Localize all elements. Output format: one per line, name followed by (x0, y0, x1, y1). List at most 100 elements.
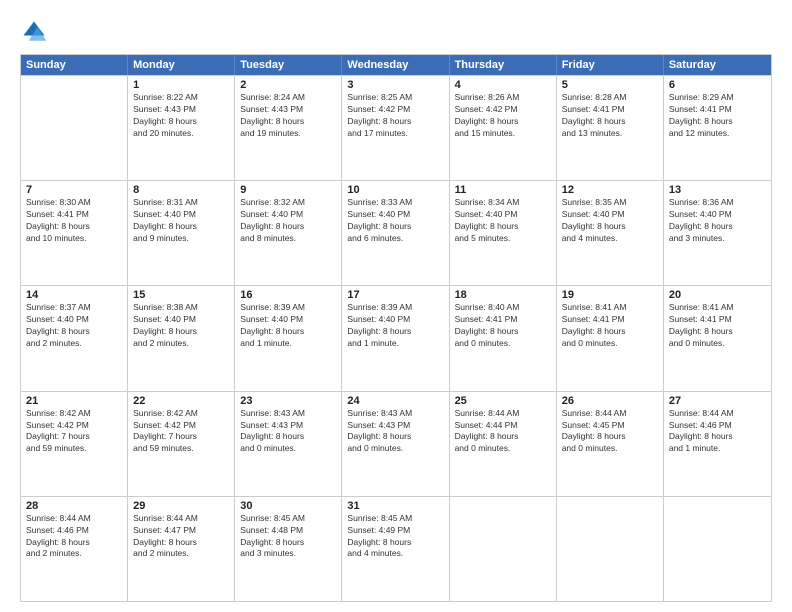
cell-info-line: Daylight: 8 hours (455, 326, 551, 338)
cell-info-line: Sunset: 4:42 PM (347, 104, 443, 116)
cell-info-line: and 12 minutes. (669, 128, 766, 140)
day-cell-20: 20Sunrise: 8:41 AMSunset: 4:41 PMDayligh… (664, 286, 771, 390)
day-cell-8: 8Sunrise: 8:31 AMSunset: 4:40 PMDaylight… (128, 181, 235, 285)
cell-info-line: Sunrise: 8:41 AM (562, 302, 658, 314)
cell-info-line: and 19 minutes. (240, 128, 336, 140)
logo (20, 18, 52, 46)
cell-info-line: Sunset: 4:40 PM (240, 209, 336, 221)
cell-info-line: Sunrise: 8:29 AM (669, 92, 766, 104)
cell-info-line: and 0 minutes. (669, 338, 766, 350)
cell-info-line: and 59 minutes. (133, 443, 229, 455)
cell-info-line: Sunset: 4:40 PM (133, 209, 229, 221)
cell-info-line: Sunset: 4:45 PM (562, 420, 658, 432)
cell-info-line: Daylight: 8 hours (133, 221, 229, 233)
day-cell-10: 10Sunrise: 8:33 AMSunset: 4:40 PMDayligh… (342, 181, 449, 285)
cell-info-line: Sunrise: 8:25 AM (347, 92, 443, 104)
cell-info-line: Daylight: 8 hours (240, 431, 336, 443)
day-cell-15: 15Sunrise: 8:38 AMSunset: 4:40 PMDayligh… (128, 286, 235, 390)
cell-info-line: Sunrise: 8:37 AM (26, 302, 122, 314)
cell-info-line: Sunrise: 8:33 AM (347, 197, 443, 209)
day-cell-11: 11Sunrise: 8:34 AMSunset: 4:40 PMDayligh… (450, 181, 557, 285)
day-number: 8 (133, 184, 229, 196)
day-number: 27 (669, 395, 766, 407)
cell-info-line: Sunrise: 8:43 AM (240, 408, 336, 420)
header-day-saturday: Saturday (664, 55, 771, 75)
empty-cell (450, 497, 557, 601)
cell-info-line: Sunrise: 8:34 AM (455, 197, 551, 209)
calendar-row-2: 14Sunrise: 8:37 AM Sunset: 4:40 PM Dayligh… (21, 285, 771, 390)
empty-cell (557, 497, 664, 601)
cell-info-line: Sunrise: 8:40 AM (455, 302, 551, 314)
cell-info-line: Sunrise: 8:39 AM (347, 302, 443, 314)
cell-info-line: and 13 minutes. (562, 128, 658, 140)
day-number: 3 (347, 79, 443, 91)
cell-info-line: Sunrise: 8:43 AM (347, 408, 443, 420)
cell-info-line: Daylight: 7 hours (26, 431, 122, 443)
day-cell-23: 23Sunrise: 8:43 AMSunset: 4:43 PMDayligh… (235, 392, 342, 496)
day-number: 19 (562, 289, 658, 301)
cell-info-line: Sunset: 4:40 PM (133, 314, 229, 326)
cell-info-line: Daylight: 8 hours (26, 326, 122, 338)
day-cell-17: 17Sunrise: 8:39 AMSunset: 4:40 PMDayligh… (342, 286, 449, 390)
cell-info-line: and 4 minutes. (347, 548, 443, 560)
cell-info-line: and 9 minutes. (133, 233, 229, 245)
cell-info-line: Daylight: 8 hours (133, 116, 229, 128)
day-number: 23 (240, 395, 336, 407)
day-number: 7 (26, 184, 122, 196)
cell-info-line: Sunset: 4:42 PM (455, 104, 551, 116)
cell-info-line: Sunrise: 8:38 AM (133, 302, 229, 314)
cell-info-line: Daylight: 8 hours (240, 221, 336, 233)
cell-info-line: and 3 minutes. (240, 548, 336, 560)
day-number: 11 (455, 184, 551, 196)
cell-info-line: Sunset: 4:43 PM (347, 420, 443, 432)
cell-info-line: Sunrise: 8:36 AM (669, 197, 766, 209)
cell-info-line: and 1 minute. (669, 443, 766, 455)
cell-info-line: Daylight: 8 hours (26, 221, 122, 233)
cell-info-line: Daylight: 8 hours (669, 431, 766, 443)
calendar-row-4: 28Sunrise: 8:44 AMSunset: 4:46 PMDayligh… (21, 496, 771, 601)
day-cell-25: 25Sunrise: 8:44 AMSunset: 4:44 PMDayligh… (450, 392, 557, 496)
cell-info-line: Sunset: 4:41 PM (455, 314, 551, 326)
cell-info-line: Sunrise: 8:35 AM (562, 197, 658, 209)
day-number: 14 (26, 289, 122, 301)
cell-info-line: Sunset: 4:41 PM (669, 314, 766, 326)
header-day-tuesday: Tuesday (235, 55, 342, 75)
cell-info-line: Sunrise: 8:39 AM (240, 302, 336, 314)
cell-info-line: Daylight: 8 hours (455, 116, 551, 128)
day-cell-3: 3Sunrise: 8:25 AMSunset: 4:42 PMDaylight… (342, 76, 449, 180)
header-day-thursday: Thursday (450, 55, 557, 75)
cell-info-line: Daylight: 8 hours (562, 431, 658, 443)
header-day-wednesday: Wednesday (342, 55, 449, 75)
header-day-sunday: Sunday (21, 55, 128, 75)
cell-info-line: Daylight: 8 hours (347, 431, 443, 443)
logo-icon (20, 18, 48, 46)
day-cell-9: 9Sunrise: 8:32 AMSunset: 4:40 PMDaylight… (235, 181, 342, 285)
cell-info-line: Sunrise: 8:42 AM (26, 408, 122, 420)
cell-info-line: Sunset: 4:46 PM (26, 525, 122, 537)
cell-info-line: and 0 minutes. (455, 443, 551, 455)
day-number: 29 (133, 500, 229, 512)
cell-info-line: Sunset: 4:42 PM (133, 420, 229, 432)
day-cell-18: 18Sunrise: 8:40 AMSunset: 4:41 PMDayligh… (450, 286, 557, 390)
cell-info-line: Sunrise: 8:30 AM (26, 197, 122, 209)
cell-info-line: and 0 minutes. (240, 443, 336, 455)
day-cell-21: 21Sunrise: 8:42 AMSunset: 4:42 PMDayligh… (21, 392, 128, 496)
cell-info-line: and 0 minutes. (455, 338, 551, 350)
cell-info-line: and 5 minutes. (455, 233, 551, 245)
cell-info-line: Sunset: 4:43 PM (240, 420, 336, 432)
cell-info-line: and 3 minutes. (669, 233, 766, 245)
cell-info-line: Daylight: 8 hours (562, 221, 658, 233)
cell-info-line: Daylight: 8 hours (562, 116, 658, 128)
cell-info-line: Daylight: 8 hours (669, 116, 766, 128)
day-number: 4 (455, 79, 551, 91)
day-number: 31 (347, 500, 443, 512)
cell-info-line: and 0 minutes. (562, 338, 658, 350)
cell-info-line: Daylight: 8 hours (347, 537, 443, 549)
cell-info-line: Daylight: 8 hours (669, 326, 766, 338)
day-cell-4: 4Sunrise: 8:26 AMSunset: 4:42 PMDaylight… (450, 76, 557, 180)
cell-info-line: Sunset: 4:41 PM (562, 104, 658, 116)
day-number: 12 (562, 184, 658, 196)
cell-info-line: and 59 minutes. (26, 443, 122, 455)
cell-info-line: Sunrise: 8:44 AM (133, 513, 229, 525)
cell-info-line: Sunset: 4:41 PM (669, 104, 766, 116)
